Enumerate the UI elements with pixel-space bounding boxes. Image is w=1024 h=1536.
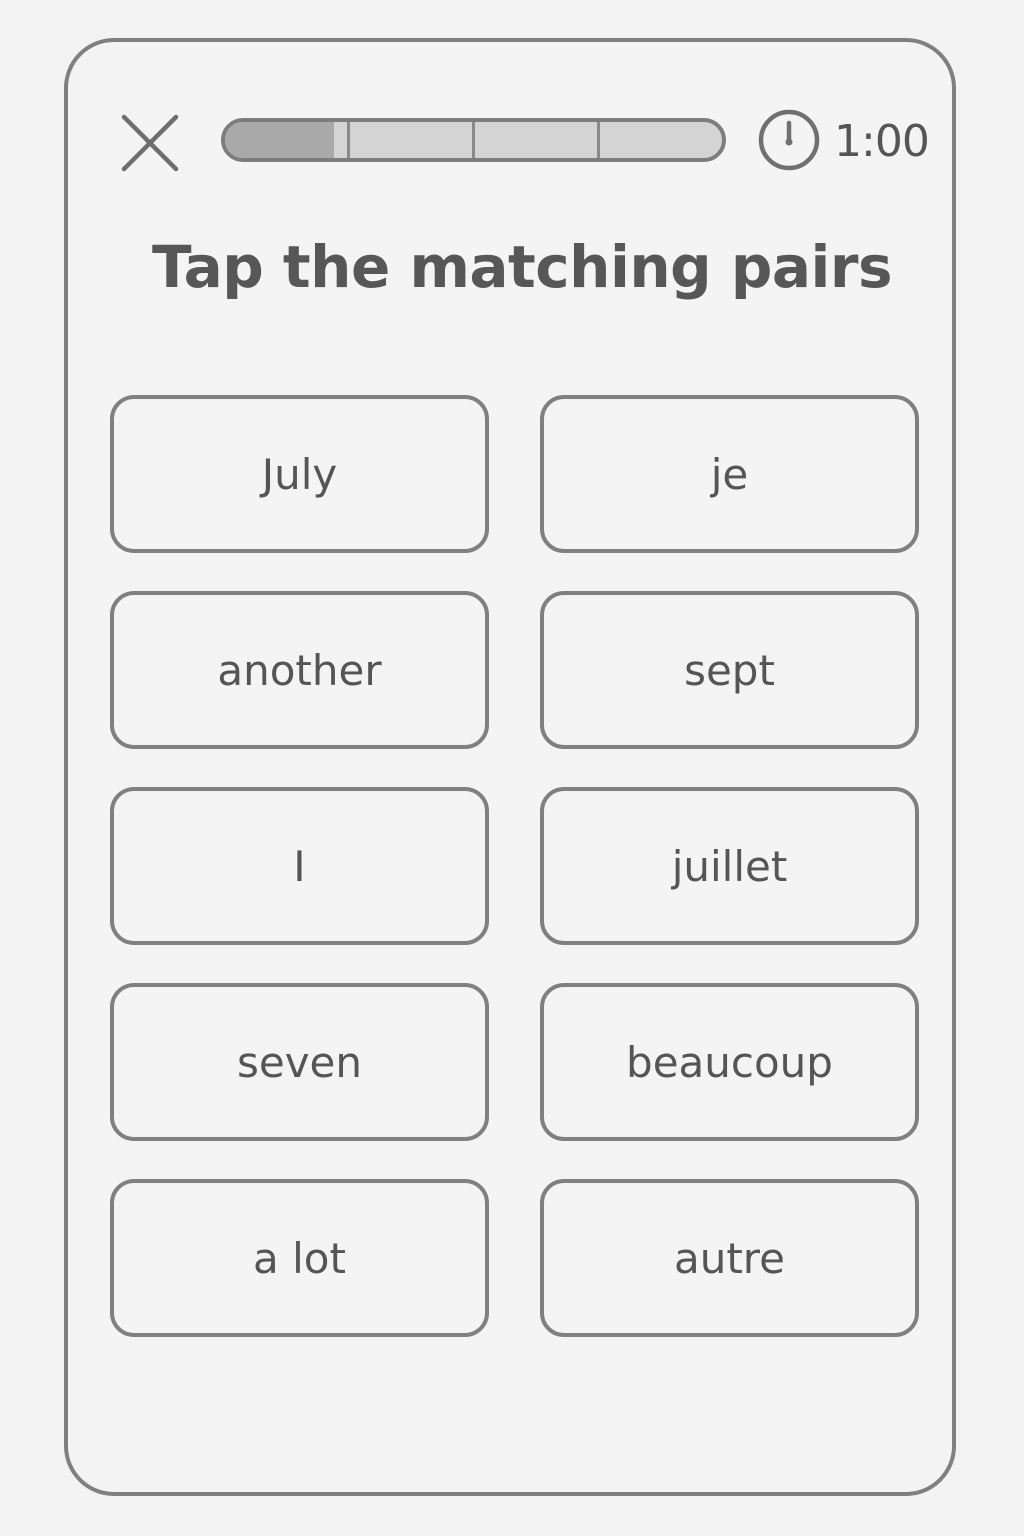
word-tile-right[interactable]: je	[540, 395, 919, 553]
exercise-card: 1:00 Tap the matching pairs July je anot…	[64, 38, 956, 1496]
word-tile-left[interactable]: seven	[110, 983, 489, 1141]
word-tile-right[interactable]: sept	[540, 591, 919, 749]
close-button[interactable]	[120, 113, 180, 173]
page-title: Tap the matching pairs	[152, 233, 893, 301]
progress-bar	[221, 118, 726, 162]
word-tile-right[interactable]: beaucoup	[540, 983, 919, 1141]
word-tile-right[interactable]: autre	[540, 1179, 919, 1337]
progress-segment	[475, 122, 600, 158]
timer-value: 1:00	[834, 116, 930, 167]
word-tile-left[interactable]: I	[110, 787, 489, 945]
clock-icon	[758, 109, 820, 171]
word-tile-left[interactable]: another	[110, 591, 489, 749]
word-tile-left[interactable]: a lot	[110, 1179, 489, 1337]
progress-segment	[350, 122, 475, 158]
word-tile-right[interactable]: juillet	[540, 787, 919, 945]
progress-segment	[600, 122, 722, 158]
word-grid: July je another sept I juillet seven bea…	[110, 395, 922, 1337]
close-icon	[121, 114, 179, 172]
progress-segment	[225, 122, 350, 158]
word-tile-left[interactable]: July	[110, 395, 489, 553]
